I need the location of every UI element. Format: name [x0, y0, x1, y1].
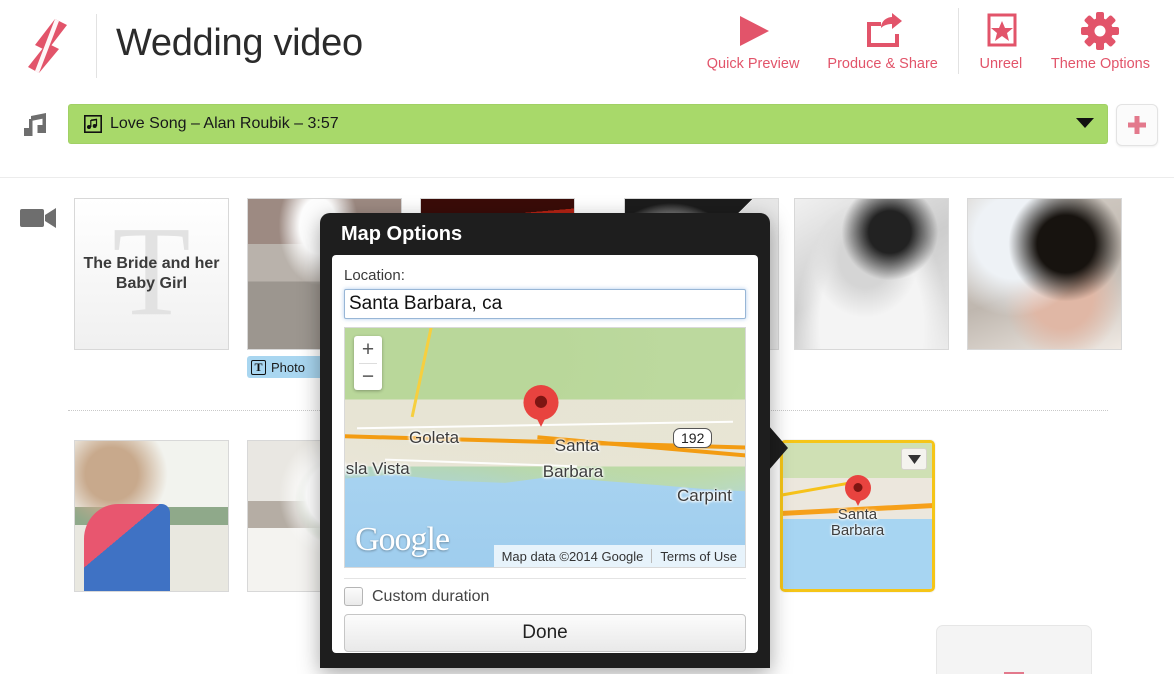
clip-bride-bw-photo[interactable]: [794, 198, 949, 350]
header-toolbar: Quick Preview Produce & Share Unreel The…: [693, 8, 1164, 86]
map-preview[interactable]: + − Goleta Isla Vista Santa Barbara Carp…: [344, 327, 746, 568]
google-logo: Google: [355, 521, 450, 558]
map-label-isla-vista: Isla Vista: [344, 459, 410, 479]
map-attribution: Map data ©2014 Google Terms of Use: [493, 545, 745, 567]
map-thumbnail: Santa Barbara: [783, 443, 932, 589]
map-options-dialog: Map Options Location: + − Goleta Isla Vi…: [320, 213, 770, 668]
play-icon: [731, 8, 775, 54]
location-label: Location:: [344, 267, 405, 284]
map-label-goleta: Goleta: [409, 428, 460, 448]
toolbar-divider: [957, 8, 959, 74]
clip-bride-veil-photo[interactable]: [967, 198, 1122, 350]
produce-share-button[interactable]: Produce & Share: [813, 8, 951, 72]
map-label-barbara: Barbara: [542, 461, 604, 481]
photo-thumbnail: [795, 199, 948, 349]
quick-preview-button[interactable]: Quick Preview: [693, 8, 814, 72]
custom-duration-checkbox[interactable]: [344, 587, 363, 606]
header-divider: [96, 14, 97, 78]
done-button[interactable]: Done: [344, 614, 746, 652]
app-logo[interactable]: [0, 0, 96, 92]
header-bottom-divider: [0, 177, 1174, 178]
add-clip-button[interactable]: [936, 625, 1092, 674]
text-T-icon: T: [251, 359, 266, 375]
location-input[interactable]: [344, 289, 746, 319]
photo-caption-label: Photo: [271, 359, 305, 375]
title-card-text: The Bride and her Baby Girl: [83, 255, 220, 292]
unreel-button[interactable]: Unreel: [965, 8, 1037, 72]
map-pin-icon: [844, 475, 871, 502]
clip-girl-photo[interactable]: [74, 440, 229, 592]
share-export-icon: [861, 8, 905, 54]
unreel-label: Unreel: [979, 56, 1023, 72]
clip-map-selected[interactable]: Santa Barbara: [780, 440, 935, 592]
music-bar: Love Song – Alan Roubik – 3:57: [0, 104, 1174, 158]
dialog-body: Location: + − Goleta Isla Vista Santa Ba…: [332, 255, 758, 653]
map-data-credit: Map data ©2014 Google: [501, 548, 644, 564]
music-track-item[interactable]: Love Song – Alan Roubik – 3:57: [68, 104, 1108, 144]
star-box-icon: [979, 8, 1023, 54]
reel-ribbon-logo-icon: [28, 19, 67, 73]
music-track-label: Love Song – Alan Roubik – 3:57: [110, 115, 339, 132]
terms-of-use-link[interactable]: Terms of Use: [652, 549, 745, 564]
photo-thumbnail: [968, 199, 1121, 349]
map-label-santa: Santa: [554, 435, 600, 455]
music-track-caret-down-icon[interactable]: [1076, 118, 1094, 128]
map-zoom-out-button[interactable]: −: [354, 364, 382, 391]
page-title: Wedding video: [116, 22, 363, 64]
map-zoom-controls[interactable]: + −: [354, 336, 382, 390]
map-pin-icon: [523, 385, 559, 421]
map-city-label: Santa Barbara: [830, 506, 885, 539]
add-music-button[interactable]: [1116, 104, 1158, 146]
gear-icon: [1078, 8, 1122, 54]
custom-duration-row: Custom duration: [344, 578, 746, 606]
map-highway-shield: 192: [673, 428, 713, 449]
photo-thumbnail: [75, 441, 228, 591]
music-note-icon: [20, 110, 52, 147]
map-zoom-in-button[interactable]: +: [354, 336, 382, 363]
quick-preview-label: Quick Preview: [706, 56, 800, 72]
app-header: Wedding video Quick Preview Produce & Sh…: [0, 0, 1174, 92]
map-label-carpinteria: Carpint: [677, 485, 732, 505]
plus-icon: [1004, 671, 1024, 674]
clip-title-card[interactable]: T The Bride and her Baby Girl: [74, 198, 229, 350]
produce-share-label: Produce & Share: [827, 56, 938, 72]
plus-icon: [1128, 116, 1146, 134]
theme-options-label: Theme Options: [1050, 56, 1150, 72]
dialog-title: Map Options: [341, 222, 463, 245]
custom-duration-label[interactable]: Custom duration: [372, 588, 489, 606]
clip-options-caret-down-icon[interactable]: [901, 448, 927, 470]
music-note-small-icon: [84, 115, 102, 133]
theme-options-button[interactable]: Theme Options: [1037, 8, 1164, 72]
